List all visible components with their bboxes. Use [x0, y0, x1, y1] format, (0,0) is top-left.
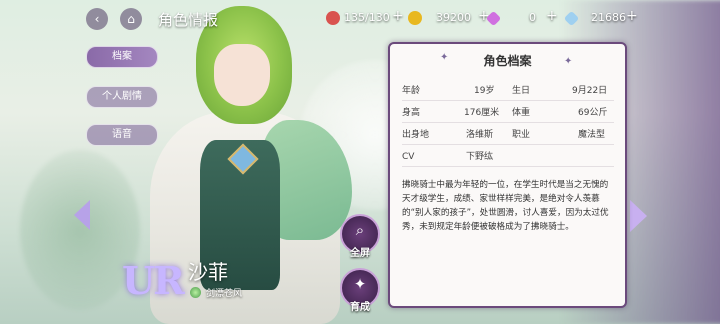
- class-label: 职业: [512, 130, 531, 140]
- character-name: 沙菲: [188, 260, 228, 284]
- character-face: [214, 44, 270, 106]
- age-label: 年龄: [402, 86, 421, 96]
- height-value: 176厘米: [464, 108, 500, 118]
- fullscreen-label: 全屏: [350, 248, 370, 259]
- weight-value: 69公斤: [578, 108, 608, 118]
- birthday-value: 9月22日: [572, 86, 608, 96]
- stamina-value: 135/130: [344, 11, 390, 24]
- menu-profile-button[interactable]: 档案: [86, 46, 158, 68]
- magnifier-icon: ⌕: [355, 221, 365, 239]
- top-bar: ‹ ⌂ 角色情报 135/130 + 39200 + 0 + 21686 +: [0, 0, 720, 36]
- home-button[interactable]: ⌂: [120, 8, 142, 30]
- class-value: 魔法型: [578, 130, 606, 140]
- wind-element-icon: [190, 287, 201, 298]
- profile-row: 出身地 洛维斯 职业 魔法型: [402, 126, 614, 145]
- diamond-counter: 21686: [563, 9, 626, 27]
- profile-row: 身高 176厘米 体重 69公斤: [402, 104, 614, 123]
- gold-counter: 39200: [408, 9, 471, 27]
- back-button[interactable]: ‹: [86, 8, 108, 30]
- profile-row: CV 下野纮: [402, 148, 614, 167]
- stamina-counter: 135/130: [326, 9, 390, 27]
- profile-title: 角色档案: [483, 54, 532, 68]
- fullscreen-button[interactable]: ⌕ 全屏: [340, 214, 380, 259]
- diamond-icon: [563, 10, 580, 26]
- character-subtitle: 剑漂苍风: [206, 289, 243, 299]
- diamond-value: 21686: [591, 11, 626, 24]
- develop-label: 育成: [350, 302, 370, 313]
- height-label: 身高: [402, 108, 421, 118]
- develop-button[interactable]: ✦ 育成: [340, 268, 380, 313]
- next-character-arrow[interactable]: [630, 200, 647, 232]
- origin-value: 洛维斯: [466, 130, 494, 140]
- rarity-badge: UR: [122, 258, 185, 303]
- gem-icon: [485, 10, 502, 26]
- growth-icon: ✦: [353, 275, 367, 293]
- origin-label: 出身地: [402, 130, 430, 140]
- menu-story-button[interactable]: 个人剧情: [86, 86, 158, 108]
- meat-icon: [326, 11, 340, 25]
- gold-value: 39200: [436, 11, 471, 24]
- page-title: 角色情报: [158, 11, 219, 29]
- profile-row: 年龄 19岁 生日 9月22日: [402, 82, 614, 101]
- premium-gem-counter: 0: [485, 9, 536, 27]
- weight-label: 体重: [512, 108, 531, 118]
- coin-icon: [408, 11, 422, 25]
- add-premium-gem-button[interactable]: +: [546, 8, 558, 24]
- add-stamina-button[interactable]: +: [392, 8, 404, 24]
- birthday-label: 生日: [512, 86, 531, 96]
- cv-value: 下野纮: [466, 152, 494, 162]
- profile-panel: ✦ ✦ 角色档案 年龄 19岁 生日 9月22日 身高 176厘米 体重 69公…: [388, 42, 627, 308]
- menu-voice-button[interactable]: 语音: [86, 124, 158, 146]
- cv-label: CV: [402, 152, 415, 162]
- age-value: 19岁: [474, 86, 495, 96]
- profile-bio: 拂晓骑士中最为年轻的一位，在学生时代是当之无愧的天才级学生，成绩、家世样样完美，…: [402, 180, 609, 232]
- premium-gem-value: 0: [529, 11, 536, 24]
- previous-character-arrow[interactable]: [74, 200, 90, 230]
- add-diamond-button[interactable]: +: [626, 8, 638, 24]
